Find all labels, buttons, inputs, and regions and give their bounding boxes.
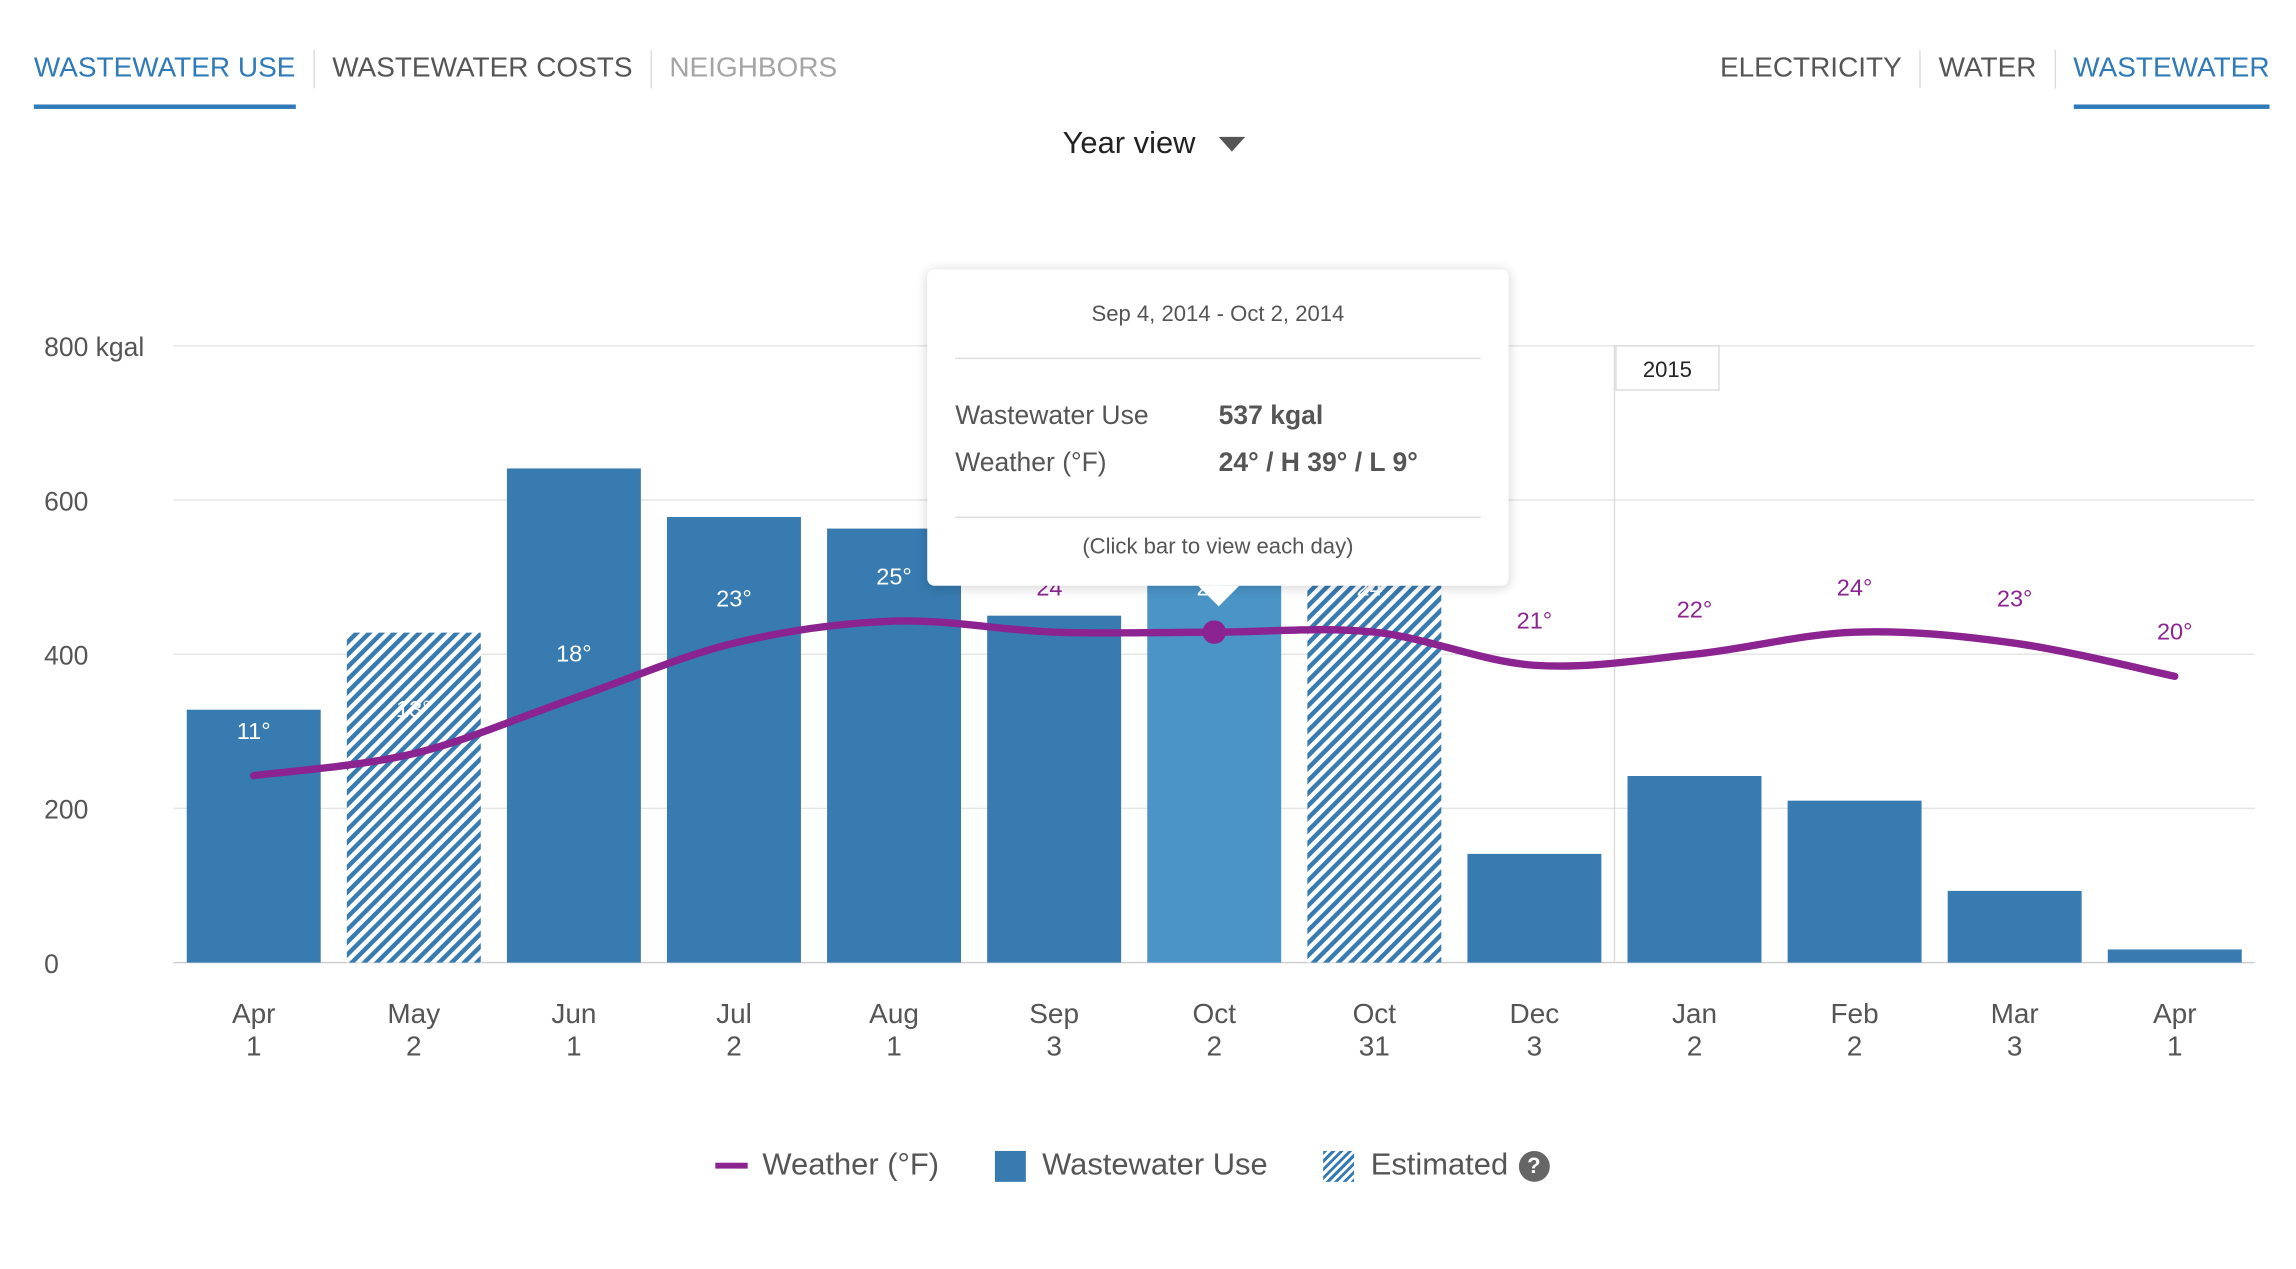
weather-label: 21° — [1517, 607, 1553, 633]
usage-bar[interactable] — [1307, 561, 1442, 963]
usage-bar[interactable] — [1947, 890, 2082, 963]
hatch-swatch-icon — [1323, 1150, 1355, 1182]
legend-estimated-label: Estimated — [1370, 1148, 1509, 1182]
weather-label: 20° — [2157, 618, 2193, 644]
x-tick-day: 3 — [1046, 1030, 1062, 1061]
usage-bar[interactable] — [667, 517, 801, 963]
x-tick-month: Oct — [1192, 998, 1236, 1029]
wastewater-page: WASTEWATER USE WASTEWATER COSTS NEIGHBOR… — [0, 0, 2296, 1269]
y-tick-label: 600 — [44, 486, 88, 516]
tooltip-date-range: Sep 4, 2014 - Oct 2, 2014 — [1091, 301, 1345, 327]
x-tick-day: 1 — [566, 1030, 582, 1061]
usage-bar[interactable] — [1467, 853, 1602, 963]
x-tick-day: 2 — [406, 1030, 422, 1061]
usage-bar[interactable] — [1627, 776, 1762, 963]
y-tick-label: 0 — [44, 949, 59, 979]
x-tick-day: 1 — [246, 1030, 262, 1061]
weather-label: 11° — [237, 718, 271, 744]
tooltip-divider — [955, 516, 1481, 519]
x-tick-month: Dec — [1510, 998, 1560, 1029]
tooltip-use-value: 537 kgal — [1218, 400, 1324, 430]
tooltip-divider — [955, 357, 1481, 360]
weather-label: 22° — [1677, 596, 1713, 622]
bar-tooltip: Sep 4, 2014 - Oct 2, 2014 Wastewater Use… — [927, 269, 1509, 607]
usage-bar[interactable] — [1147, 548, 1282, 963]
legend-use-label: Wastewater Use — [1042, 1148, 1268, 1182]
y-tick-label: 400 — [44, 641, 88, 671]
usage-bar[interactable] — [186, 709, 321, 963]
line-swatch-icon — [715, 1162, 748, 1169]
weather-label: 23° — [1997, 585, 2033, 611]
x-tick-day: 2 — [726, 1030, 742, 1061]
bar-swatch-icon — [995, 1150, 1026, 1182]
x-tick-month: Jul — [716, 998, 752, 1029]
x-tick-day: 3 — [1527, 1030, 1543, 1061]
x-tick-day: 31 — [1359, 1030, 1390, 1061]
y-tick-label: 800 kgal — [44, 332, 144, 362]
x-tick-month: Oct — [1353, 998, 1397, 1029]
weather-label: 13° — [396, 696, 432, 722]
x-tick-month: Mar — [1991, 998, 2039, 1029]
x-tick-month: Sep — [1029, 998, 1079, 1029]
x-tick-month: May — [387, 998, 440, 1029]
x-tick-month: Feb — [1830, 998, 1878, 1029]
x-tick-day: 2 — [1847, 1030, 1863, 1061]
x-tick-month: Jan — [1672, 998, 1717, 1029]
usage-bar[interactable] — [346, 632, 481, 963]
x-tick-day: 3 — [2007, 1030, 2023, 1061]
chart-legend: Weather (°F) Wastewater Use Estimated? — [715, 1148, 1605, 1183]
weather-point-selected — [1202, 620, 1227, 644]
weather-label: 24° — [1837, 574, 1873, 600]
weather-label: 23° — [716, 585, 752, 611]
x-tick-day: 1 — [886, 1030, 902, 1061]
y-tick-label: 200 — [44, 795, 88, 825]
x-tick-month: Jun — [551, 998, 596, 1029]
x-tick-day: 2 — [1687, 1030, 1703, 1061]
tooltip-hint: (Click bar to view each day) — [1082, 534, 1354, 560]
usage-bar[interactable] — [2107, 949, 2242, 963]
legend-weather[interactable]: Weather (°F) — [715, 1148, 939, 1183]
help-icon[interactable]: ? — [1518, 1150, 1550, 1182]
usage-bar[interactable] — [827, 528, 962, 963]
year-marker-label: 2015 — [1643, 357, 1692, 382]
tooltip-weather-label: Weather (°F) — [955, 447, 1107, 477]
legend-estimated[interactable]: Estimated? — [1323, 1148, 1550, 1183]
tooltip-weather-value: 24° / H 39° / L 9° — [1218, 447, 1418, 477]
usage-bar[interactable] — [1787, 800, 1922, 963]
tooltip-pointer — [1198, 585, 1240, 607]
x-tick-day: 2 — [1206, 1030, 1222, 1061]
weather-label: 18° — [556, 641, 592, 667]
usage-bar[interactable] — [987, 615, 1122, 963]
x-tick-month: Apr — [232, 998, 276, 1029]
x-tick-day: 1 — [2167, 1030, 2183, 1061]
x-tick-month: Apr — [2153, 998, 2197, 1029]
legend-weather-label: Weather (°F) — [762, 1148, 940, 1182]
x-tick-month: Aug — [869, 998, 919, 1029]
tooltip-use-label: Wastewater Use — [955, 400, 1149, 430]
weather-label: 25° — [876, 563, 912, 589]
legend-use[interactable]: Wastewater Use — [995, 1148, 1268, 1183]
